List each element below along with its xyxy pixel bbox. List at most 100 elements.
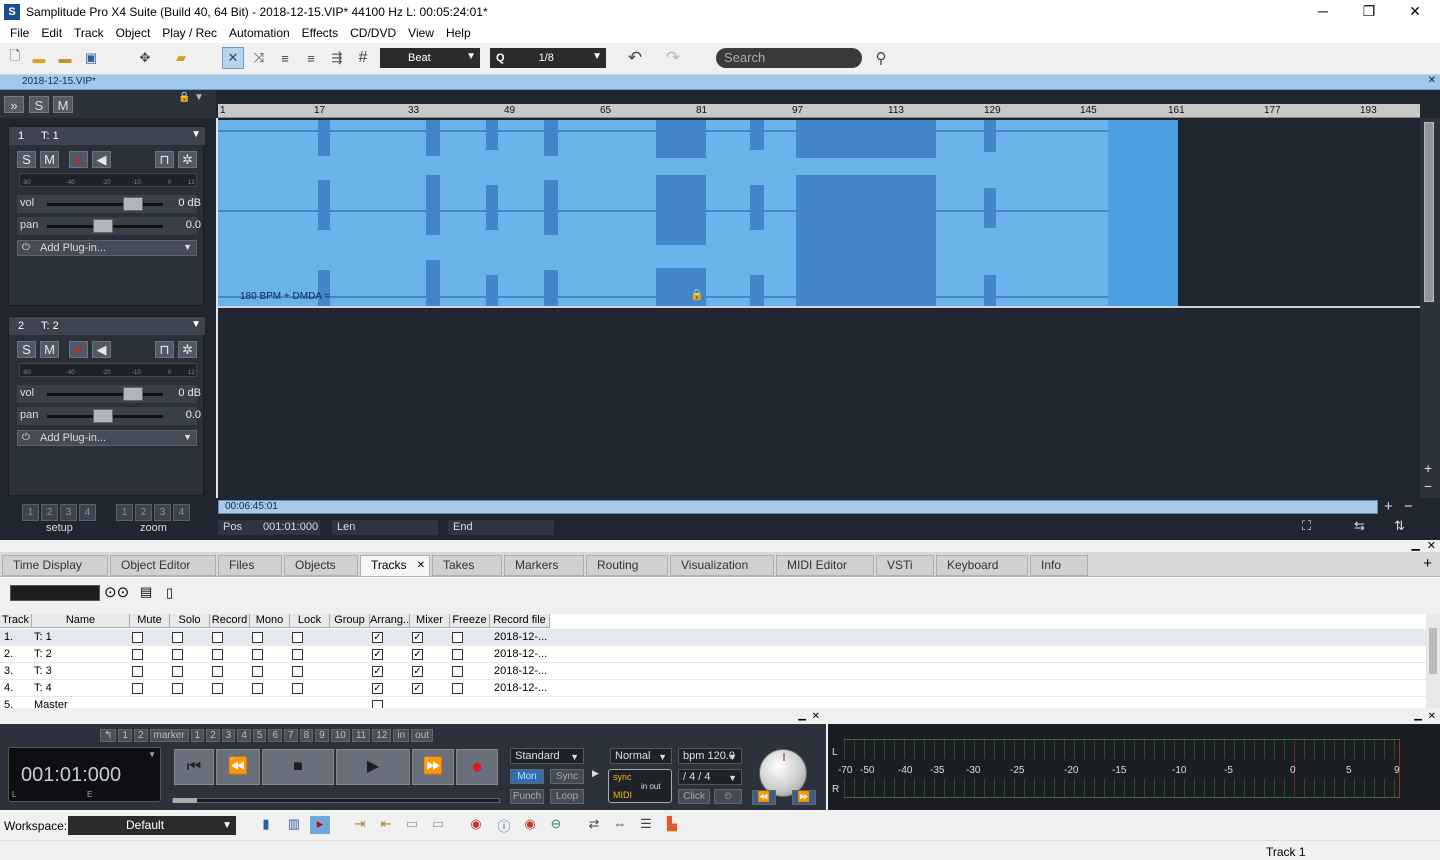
row-checkbox[interactable]: ✓	[412, 666, 423, 677]
tab-takes[interactable]: Takes	[432, 555, 502, 576]
expand-button[interactable]: »	[4, 96, 24, 113]
tab-midi-editor[interactable]: MIDI Editor	[776, 555, 874, 576]
row-checkbox[interactable]	[172, 649, 183, 660]
record-arm-icon[interactable]: ●	[69, 151, 88, 168]
punch-button[interactable]: Punch	[510, 789, 544, 804]
row-checkbox[interactable]	[292, 649, 303, 660]
marker-label[interactable]: marker	[149, 729, 189, 742]
open-recent-icon[interactable]: ▬	[54, 47, 76, 69]
expand-icon[interactable]: ⇔	[610, 816, 630, 834]
volume-fader[interactable]: vol 0 dB	[17, 385, 201, 403]
snap-icon[interactable]: ✕	[222, 47, 244, 69]
marker-button[interactable]: 9	[315, 729, 329, 742]
row-checkbox[interactable]	[452, 632, 463, 643]
col-track[interactable]: Track	[0, 614, 32, 628]
row-checkbox[interactable]	[292, 683, 303, 694]
col-name[interactable]: Name	[32, 614, 130, 628]
menu-file[interactable]: File	[4, 26, 35, 40]
tab-routing[interactable]: Routing	[586, 555, 668, 576]
time-signature-select[interactable]: / 4 / 4 ▼	[678, 769, 742, 785]
marker-icon[interactable]: ⊖	[546, 816, 566, 834]
align-right-icon[interactable]: ≡	[300, 47, 322, 69]
loop-button[interactable]: Loop	[550, 789, 584, 804]
tab-time-display[interactable]: Time Display	[2, 555, 108, 576]
close-icon[interactable]: ✕	[1428, 711, 1436, 722]
col-mono[interactable]: Mono	[250, 614, 290, 628]
marker-left-button[interactable]: 1	[118, 729, 132, 742]
record-arm-icon[interactable]: ●	[69, 341, 88, 358]
mute-button[interactable]: M	[40, 341, 59, 358]
setup-button-3[interactable]: 3	[60, 504, 77, 521]
row-checkbox[interactable]: ✓	[372, 683, 383, 694]
menu-effects[interactable]: Effects	[296, 26, 344, 40]
pan-slider[interactable]: pan 0.0	[17, 217, 201, 235]
delete-icon[interactable]: ▭	[428, 816, 448, 834]
save-icon[interactable]: ▣	[80, 47, 102, 69]
track-header-2[interactable]: 2 T: 2 ▼ S M ● ◀ ⊓ ✲ -80 -40 -20 -10 0 1…	[8, 316, 205, 496]
tab-markers[interactable]: Markers	[504, 555, 584, 576]
close-icon[interactable]: ✕	[1427, 539, 1436, 552]
expand-arrow-icon[interactable]: ▶	[592, 768, 599, 779]
fader-handle[interactable]	[123, 197, 143, 211]
new-file-icon[interactable]: 🗋	[4, 47, 26, 69]
fit-view-icon[interactable]: ⛶	[1302, 518, 1311, 534]
marker-button[interactable]: 2	[206, 729, 220, 742]
row-checkbox[interactable]	[252, 666, 263, 677]
click-button[interactable]: Click	[678, 789, 710, 804]
lock-icon[interactable]: ⊓	[155, 151, 174, 168]
view-icon[interactable]: ◉	[520, 816, 540, 834]
menu-play-rec[interactable]: Play / Rec	[156, 26, 223, 40]
col-arrange[interactable]: Arrang...	[370, 614, 412, 628]
col-solo[interactable]: Solo	[170, 614, 210, 628]
forward-button[interactable]: ⏩	[412, 749, 454, 785]
cut-icon[interactable]: ⇥	[350, 816, 370, 834]
row-checkbox[interactable]	[452, 683, 463, 694]
sync-button[interactable]: Sync	[550, 769, 584, 784]
row-checkbox[interactable]	[212, 649, 223, 660]
row-checkbox[interactable]: ✓	[372, 666, 383, 677]
monitor-button[interactable]: Mon	[510, 769, 544, 784]
snap-mode-select[interactable]: Beat ▼	[380, 48, 480, 68]
marker-button[interactable]: 7	[284, 729, 298, 742]
marker-button[interactable]: 5	[252, 729, 267, 742]
align-left-icon[interactable]: ≡	[274, 47, 296, 69]
clip-lock-icon[interactable]: 🔒	[690, 288, 704, 301]
scroll-thumb[interactable]	[1424, 122, 1434, 302]
table-row[interactable]: 1. T: 1 ✓ ✓ 2018-12-...	[0, 629, 1426, 646]
row-checkbox[interactable]	[252, 683, 263, 694]
pan-handle[interactable]	[93, 219, 113, 233]
row-checkbox[interactable]	[292, 632, 303, 643]
tab-keyboard[interactable]: Keyboard	[936, 555, 1028, 576]
row-checkbox[interactable]: ✓	[372, 632, 383, 643]
marker-button[interactable]: 4	[237, 729, 251, 742]
chevron-down-icon[interactable]: ▼	[191, 129, 201, 140]
setup-button-2[interactable]: 2	[41, 504, 58, 521]
project-tab[interactable]: 2018-12-15.VIP* ✕	[0, 75, 1440, 90]
transport-mode-select[interactable]: Standard ▼	[510, 748, 584, 764]
close-icon[interactable]: ✕	[417, 556, 425, 575]
row-checkbox[interactable]	[132, 632, 143, 643]
search-icon[interactable]: ⚲	[870, 47, 892, 69]
row-checkbox[interactable]	[252, 632, 263, 643]
tab-files[interactable]: Files	[218, 555, 282, 576]
track-name-bar[interactable]: 2 T: 2 ▼	[9, 317, 205, 335]
minimize-icon[interactable]: ▁	[1412, 538, 1420, 551]
open-folder-icon[interactable]: ▬	[28, 47, 50, 69]
zoom-in-icon[interactable]: +	[1384, 498, 1393, 515]
crossfade-icon[interactable]: ⤨	[248, 47, 270, 69]
row-checkbox[interactable]	[172, 683, 183, 694]
setup-button-1[interactable]: 1	[22, 504, 39, 521]
workspace-select[interactable]: Default ▼	[68, 816, 236, 835]
row-checkbox[interactable]	[252, 649, 263, 660]
monitor-icon[interactable]: ◀	[92, 151, 111, 168]
menu-automation[interactable]: Automation	[223, 26, 296, 40]
marker-button[interactable]: 3	[221, 729, 236, 742]
menu-object[interactable]: Object	[110, 26, 157, 40]
col-record[interactable]: Record	[210, 614, 250, 628]
tab-object-editor[interactable]: Object Editor	[110, 555, 216, 576]
tab-objects[interactable]: Objects	[284, 555, 358, 576]
in-button[interactable]: in	[393, 729, 410, 742]
lock-icon[interactable]: 🔒	[178, 92, 190, 103]
dock-separator[interactable]: ▁ ✕	[0, 538, 1440, 552]
col-record-file[interactable]: Record file	[490, 614, 550, 628]
